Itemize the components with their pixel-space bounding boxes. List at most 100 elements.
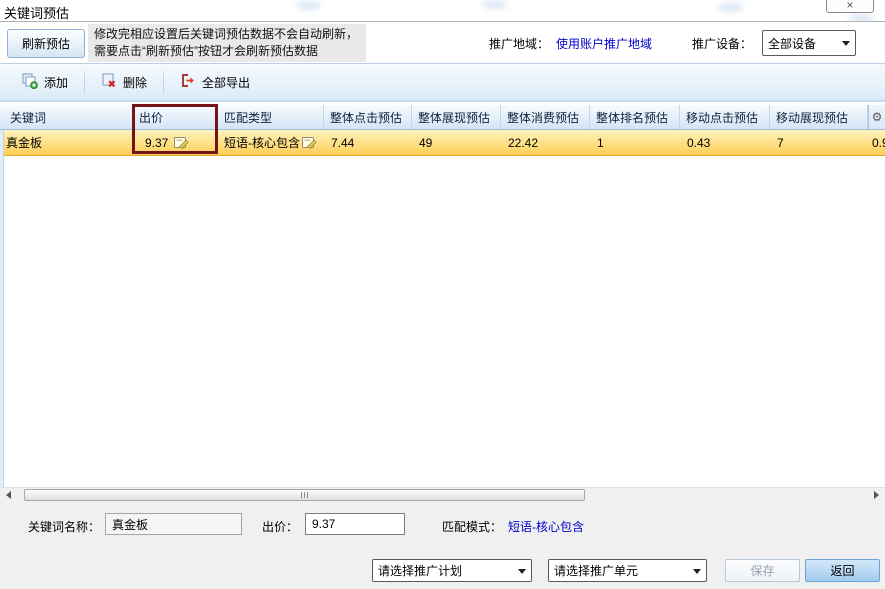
scroll-left-button[interactable] bbox=[2, 489, 15, 501]
cell-overall-cost: 22.42 bbox=[501, 130, 590, 155]
device-label: 推广设备： bbox=[692, 35, 752, 52]
region-label: 推广地域： bbox=[489, 35, 549, 52]
cell-overall-rank: 1 bbox=[590, 130, 680, 155]
col-label: 关键词 bbox=[10, 109, 46, 126]
col-label: 整体展现预估 bbox=[418, 109, 490, 126]
delete-label: 删除 bbox=[123, 74, 147, 91]
settings-bar: 刷新预估 修改完相应设置后关键词预估数据不会自动刷新， 需要点击“刷新预估”按钮… bbox=[0, 21, 885, 64]
edit-panel: 关键词名称： 真金板 出价： 9.37 匹配模式： 短语-核心包含 请选择推广计… bbox=[0, 501, 885, 589]
back-label: 返回 bbox=[830, 562, 854, 579]
arrow-right-icon bbox=[874, 491, 879, 499]
table-header-row: 关键词 出价 匹配类型 整体点击预估 整体展现预估 整体消费预估 整体排名预估 … bbox=[0, 105, 885, 130]
cell-match-type: 短语-核心包含 bbox=[218, 130, 324, 155]
col-label: 移动点击预估 bbox=[686, 109, 758, 126]
delete-button[interactable]: 删除 bbox=[93, 69, 155, 96]
region-link[interactable]: 使用账户推广地域 bbox=[556, 35, 652, 52]
back-button[interactable]: 返回 bbox=[805, 559, 880, 582]
edit-bid-icon[interactable] bbox=[174, 136, 189, 149]
save-button[interactable]: 保存 bbox=[725, 559, 800, 582]
cell-value: 7 bbox=[777, 136, 784, 150]
export-all-button[interactable]: 全部导出 bbox=[172, 69, 258, 95]
chevron-down-icon bbox=[842, 41, 850, 46]
col-label: 出价 bbox=[139, 109, 163, 126]
col-header-mobile-impressions[interactable]: 移动展现预估 bbox=[770, 105, 868, 129]
cell-value: 49 bbox=[419, 136, 432, 150]
col-header-bid[interactable]: 出价 bbox=[133, 105, 218, 129]
chevron-down-icon bbox=[518, 569, 526, 574]
cell-mobile-cost: 0.9 bbox=[868, 130, 885, 155]
cell-overall-clicks: 7.44 bbox=[324, 130, 412, 155]
cell-overall-impressions: 49 bbox=[412, 130, 501, 155]
col-header-keyword[interactable]: 关键词 bbox=[4, 105, 133, 129]
cell-mobile-impressions: 7 bbox=[770, 130, 868, 155]
keyword-name-label: 关键词名称： bbox=[28, 518, 100, 535]
column-settings-button[interactable]: ⚙ bbox=[868, 105, 885, 129]
horizontal-scrollbar[interactable] bbox=[0, 487, 885, 501]
notice-line-2: 需要点击“刷新预估”按钮才会刷新预估数据 bbox=[94, 43, 360, 60]
match-mode-link[interactable]: 短语-核心包含 bbox=[508, 518, 584, 535]
col-header-overall-rank[interactable]: 整体排名预估 bbox=[590, 105, 680, 129]
col-header-overall-impressions[interactable]: 整体展现预估 bbox=[412, 105, 501, 129]
row-selector-strip bbox=[0, 105, 4, 488]
cell-value: 9.37 bbox=[145, 136, 168, 150]
close-glyph: × bbox=[846, 0, 853, 11]
export-all-label: 全部导出 bbox=[202, 74, 250, 91]
chevron-down-icon bbox=[693, 569, 701, 574]
col-header-overall-clicks[interactable]: 整体点击预估 bbox=[324, 105, 412, 129]
plan-select[interactable]: 请选择推广计划 bbox=[372, 559, 532, 582]
cell-value: 0.9 bbox=[872, 136, 885, 150]
cell-value: 真金板 bbox=[6, 134, 42, 151]
unit-select-value: 请选择推广单元 bbox=[554, 562, 638, 579]
keyword-name-value: 真金板 bbox=[112, 516, 148, 533]
keyword-estimate-dialog: 关键词预估 × 刷新预估 修改完相应设置后关键词预估数据不会自动刷新， 需要点击… bbox=[0, 0, 885, 589]
grip-icon bbox=[304, 492, 305, 498]
cell-value: 7.44 bbox=[331, 136, 354, 150]
cell-value: 1 bbox=[597, 136, 604, 150]
close-icon[interactable]: × bbox=[826, 0, 874, 13]
col-header-match-type[interactable]: 匹配类型 bbox=[218, 105, 324, 129]
device-select-value: 全部设备 bbox=[768, 35, 816, 52]
arrow-left-icon bbox=[6, 491, 11, 499]
scroll-right-button[interactable] bbox=[870, 489, 883, 501]
save-label: 保存 bbox=[750, 562, 774, 579]
col-header-mobile-clicks[interactable]: 移动点击预估 bbox=[680, 105, 770, 129]
add-label: 添加 bbox=[44, 74, 68, 91]
background-artifact bbox=[482, 0, 508, 9]
background-artifact bbox=[296, 1, 322, 10]
col-label: 整体点击预估 bbox=[330, 109, 402, 126]
dialog-title: 关键词预估 bbox=[4, 3, 69, 22]
cell-value: 短语-核心包含 bbox=[224, 134, 300, 151]
unit-select[interactable]: 请选择推广单元 bbox=[548, 559, 707, 582]
refresh-estimate-button[interactable]: 刷新预估 bbox=[7, 29, 85, 58]
col-label: 整体排名预估 bbox=[596, 109, 668, 126]
col-label: 匹配类型 bbox=[224, 109, 272, 126]
background-artifact bbox=[718, 3, 744, 12]
grip-icon bbox=[301, 492, 302, 498]
toolbar-separator bbox=[163, 71, 164, 93]
cell-mobile-clicks: 0.43 bbox=[680, 130, 770, 155]
cell-value: 0.43 bbox=[687, 136, 710, 150]
cell-keyword: 真金板 bbox=[6, 130, 133, 155]
toolbar-separator bbox=[84, 71, 85, 93]
notice-line-1: 修改完相应设置后关键词预估数据不会自动刷新， bbox=[94, 26, 360, 43]
device-select[interactable]: 全部设备 bbox=[762, 30, 856, 56]
keyword-name-input[interactable]: 真金板 bbox=[105, 513, 242, 535]
bid-input[interactable]: 9.37 bbox=[305, 513, 405, 535]
refresh-estimate-label: 刷新预估 bbox=[22, 35, 70, 52]
bid-label: 出价： bbox=[262, 518, 298, 535]
cell-bid: 9.37 bbox=[133, 130, 218, 155]
add-icon bbox=[22, 73, 38, 92]
grip-icon bbox=[307, 492, 308, 498]
refresh-notice: 修改完相应设置后关键词预估数据不会自动刷新， 需要点击“刷新预估”按钮才会刷新预… bbox=[88, 24, 366, 62]
plan-select-value: 请选择推广计划 bbox=[378, 562, 462, 579]
edit-match-type-icon[interactable] bbox=[302, 136, 317, 149]
scrollbar-thumb[interactable] bbox=[24, 489, 585, 501]
gear-icon: ⚙ bbox=[872, 110, 883, 124]
col-label: 整体消费预估 bbox=[507, 109, 579, 126]
add-button[interactable]: 添加 bbox=[14, 69, 76, 96]
col-label: 移动展现预估 bbox=[776, 109, 848, 126]
keyword-table: 关键词 出价 匹配类型 整体点击预估 整体展现预估 整体消费预估 整体排名预估 … bbox=[0, 101, 885, 487]
table-row[interactable]: 真金板 9.37 短语-核心包含 bbox=[4, 130, 885, 156]
table-toolbar: 添加 删除 全部导出 bbox=[0, 64, 885, 101]
col-header-overall-cost[interactable]: 整体消费预估 bbox=[501, 105, 590, 129]
